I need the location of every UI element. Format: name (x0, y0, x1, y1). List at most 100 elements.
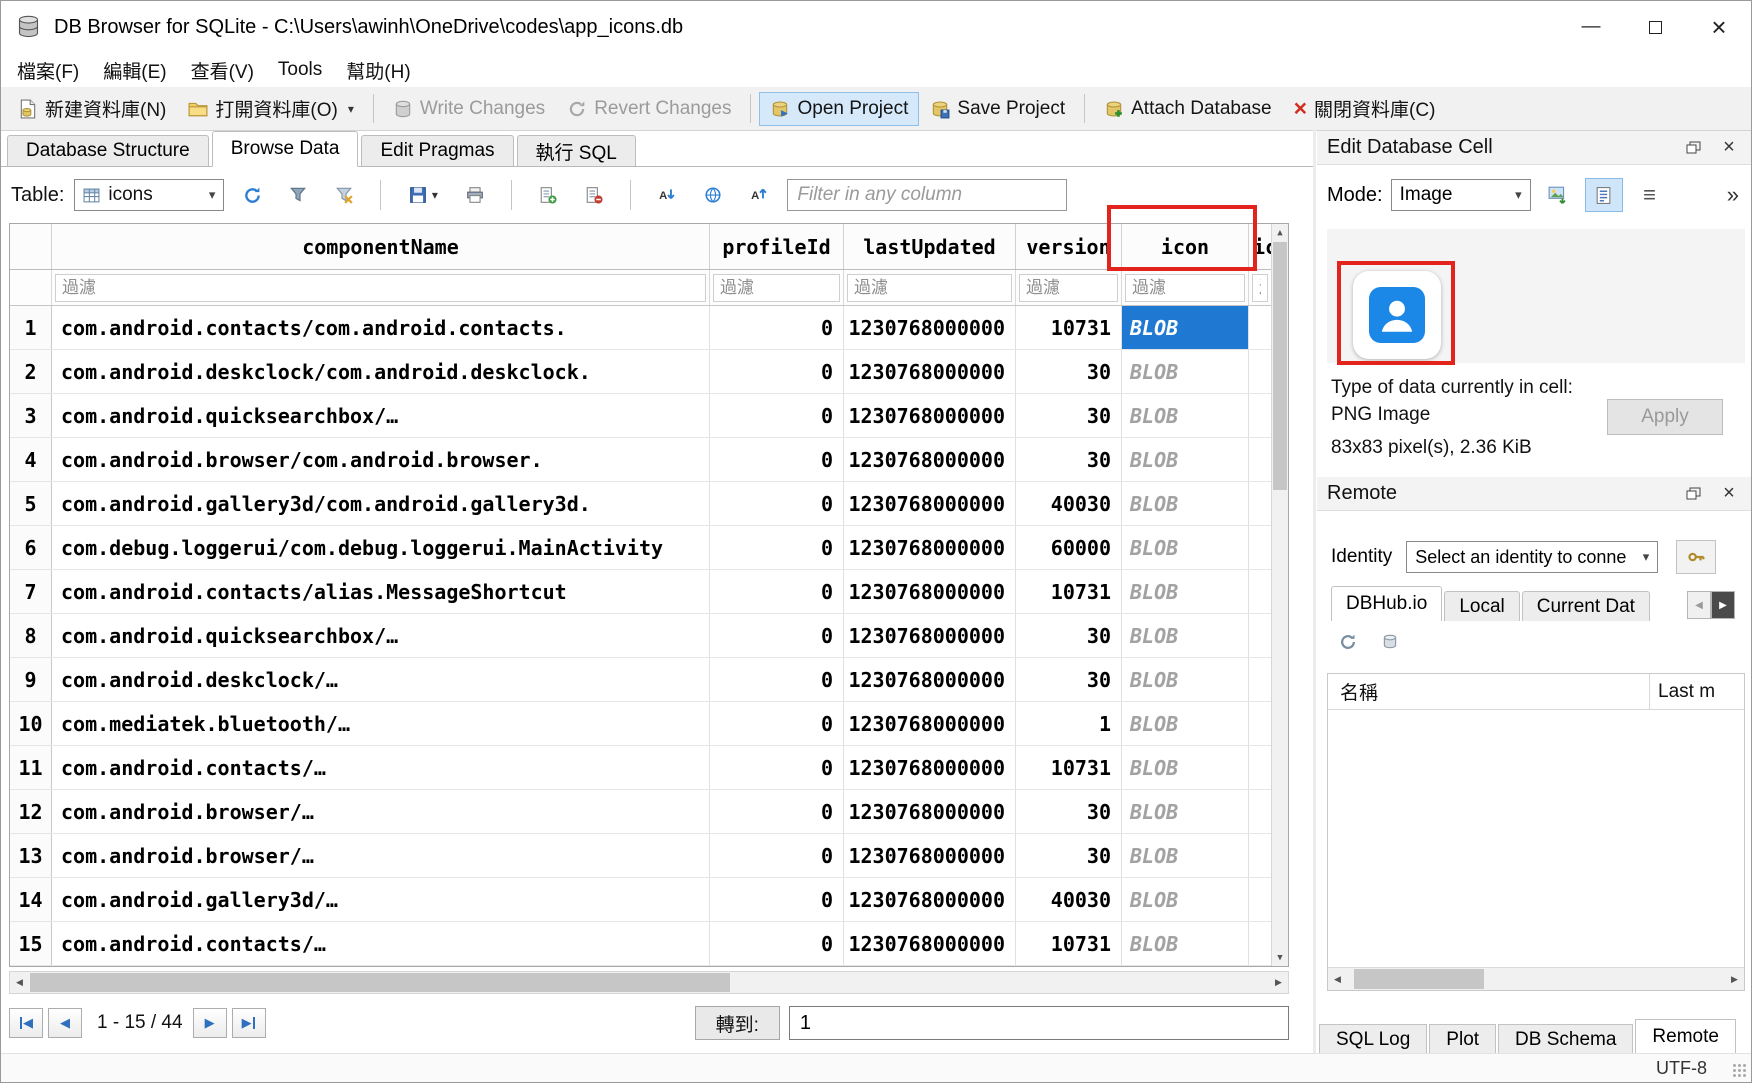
last-updated-cell[interactable]: 1230768000000 (844, 570, 1016, 613)
scroll-up-icon[interactable]: ▲ (1272, 224, 1288, 241)
new-database-button[interactable]: 新建資料庫(N) (7, 89, 177, 128)
version-cell[interactable]: 30 (1016, 350, 1122, 393)
extra-cell[interactable] (1249, 438, 1271, 481)
word-wrap-button[interactable]: ≡ (1631, 178, 1669, 212)
header-componentName[interactable]: componentName (52, 224, 710, 269)
goto-input[interactable] (789, 1006, 1289, 1040)
grid-vertical-scrollbar[interactable]: ▲ ▼ (1271, 224, 1288, 966)
tab-remote[interactable]: Remote (1635, 1019, 1736, 1055)
icon-blob-cell[interactable]: BLOB (1122, 658, 1249, 701)
tab-scroll-right-button[interactable]: ▶ (1711, 591, 1735, 619)
profile-id-cell[interactable]: 0 (710, 790, 844, 833)
menu-view[interactable]: 查看(V) (179, 54, 266, 87)
row-number-cell[interactable]: 7 (10, 570, 52, 613)
toolbar-overflow-button[interactable]: » (1727, 182, 1741, 208)
icon-blob-cell[interactable]: BLOB (1122, 570, 1249, 613)
filter-version-input[interactable] (1019, 274, 1118, 302)
icon-blob-cell[interactable]: BLOB (1122, 438, 1249, 481)
profile-id-cell[interactable]: 0 (710, 922, 844, 965)
extra-cell[interactable] (1249, 746, 1271, 789)
attach-database-button[interactable]: Attach Database (1093, 92, 1282, 126)
menu-tools[interactable]: Tools (266, 56, 334, 84)
component-name-cell[interactable]: com.android.contacts/… (52, 922, 710, 965)
last-updated-cell[interactable]: 1230768000000 (844, 702, 1016, 745)
icon-blob-cell[interactable]: BLOB (1122, 922, 1249, 965)
last-updated-cell[interactable]: 1230768000000 (844, 394, 1016, 437)
profile-id-cell[interactable]: 0 (710, 746, 844, 789)
extra-cell[interactable] (1249, 526, 1271, 569)
component-name-cell[interactable]: com.mediatek.bluetooth/… (52, 702, 710, 745)
version-cell[interactable]: 30 (1016, 438, 1122, 481)
component-name-cell[interactable]: com.android.quicksearchbox/… (52, 394, 710, 437)
import-image-button[interactable] (1539, 178, 1577, 212)
extra-cell[interactable] (1249, 570, 1271, 613)
tab-sql-log[interactable]: SQL Log (1319, 1024, 1427, 1055)
filter-truncated-input[interactable] (1252, 274, 1268, 302)
text-mode-button[interactable] (1585, 178, 1623, 212)
save-results-button[interactable]: ▾ (399, 178, 447, 212)
sort-asc-button[interactable]: A (649, 178, 685, 212)
icon-blob-cell[interactable]: BLOB (1122, 834, 1249, 877)
extra-cell[interactable] (1249, 790, 1271, 833)
component-name-cell[interactable]: com.android.browser/com.android.browser. (52, 438, 710, 481)
row-number-cell[interactable]: 1 (10, 306, 52, 349)
tab-database-structure[interactable]: Database Structure (7, 135, 209, 166)
tab-scroll-left-button[interactable]: ◀ (1687, 591, 1711, 619)
header-name[interactable]: 名稱 (1328, 674, 1650, 709)
scroll-down-icon[interactable]: ▼ (1272, 949, 1288, 966)
extra-cell[interactable] (1249, 394, 1271, 437)
header-version[interactable]: version (1016, 224, 1122, 269)
close-dock-button[interactable]: × (1717, 137, 1741, 159)
tab-db-schema[interactable]: DB Schema (1498, 1024, 1633, 1055)
close-dock-button[interactable]: × (1717, 483, 1741, 505)
row-number-cell[interactable]: 15 (10, 922, 52, 965)
import-certificate-button[interactable] (1676, 540, 1716, 574)
mode-select[interactable]: Image ▾ (1391, 179, 1531, 211)
version-cell[interactable]: 10731 (1016, 306, 1122, 349)
component-name-cell[interactable]: com.android.gallery3d/… (52, 878, 710, 921)
clone-database-button[interactable] (1377, 629, 1403, 655)
extra-cell[interactable] (1249, 614, 1271, 657)
icon-blob-cell[interactable]: BLOB (1122, 878, 1249, 921)
insert-record-button[interactable] (530, 178, 566, 212)
component-name-cell[interactable]: com.android.contacts/… (52, 746, 710, 789)
sort-desc-button[interactable]: A (741, 178, 777, 212)
last-updated-cell[interactable]: 1230768000000 (844, 790, 1016, 833)
row-number-cell[interactable]: 11 (10, 746, 52, 789)
close-database-button[interactable]: × 關閉資料庫(C) (1283, 89, 1447, 128)
last-updated-cell[interactable]: 1230768000000 (844, 746, 1016, 789)
version-cell[interactable]: 60000 (1016, 526, 1122, 569)
filter-button[interactable] (280, 178, 316, 212)
refresh-button[interactable] (234, 178, 270, 212)
write-changes-button[interactable]: Write Changes (382, 92, 556, 126)
profile-id-cell[interactable]: 0 (710, 614, 844, 657)
tab-execute-sql[interactable]: 執行 SQL (517, 135, 636, 166)
icon-blob-cell[interactable]: BLOB (1122, 702, 1249, 745)
extra-cell[interactable] (1249, 658, 1271, 701)
encoding-button[interactable] (695, 178, 731, 212)
row-number-cell[interactable]: 2 (10, 350, 52, 393)
row-number-cell[interactable]: 13 (10, 834, 52, 877)
row-number-cell[interactable]: 4 (10, 438, 52, 481)
filter-componentName-input[interactable] (55, 274, 706, 302)
last-updated-cell[interactable]: 1230768000000 (844, 614, 1016, 657)
save-project-button[interactable]: Save Project (919, 92, 1076, 126)
last-page-button[interactable]: ▶ (232, 1008, 266, 1038)
first-page-button[interactable]: ◀ (9, 1008, 43, 1038)
header-lastUpdated[interactable]: lastUpdated (844, 224, 1016, 269)
last-updated-cell[interactable]: 1230768000000 (844, 526, 1016, 569)
float-dock-button[interactable] (1681, 137, 1705, 159)
row-number-cell[interactable]: 3 (10, 394, 52, 437)
version-cell[interactable]: 40030 (1016, 482, 1122, 525)
profile-id-cell[interactable]: 0 (710, 350, 844, 393)
filter-icon-input[interactable] (1125, 274, 1245, 302)
component-name-cell[interactable]: com.android.deskclock/com.android.deskcl… (52, 350, 710, 393)
filter-profileId-input[interactable] (713, 274, 840, 302)
version-cell[interactable]: 40030 (1016, 878, 1122, 921)
revert-changes-button[interactable]: Revert Changes (556, 92, 742, 126)
row-number-cell[interactable]: 5 (10, 482, 52, 525)
scroll-right-icon[interactable]: ▶ (1269, 972, 1288, 993)
open-project-button[interactable]: Open Project (759, 92, 919, 126)
table-select[interactable]: icons ▾ (74, 179, 224, 211)
version-cell[interactable]: 30 (1016, 790, 1122, 833)
